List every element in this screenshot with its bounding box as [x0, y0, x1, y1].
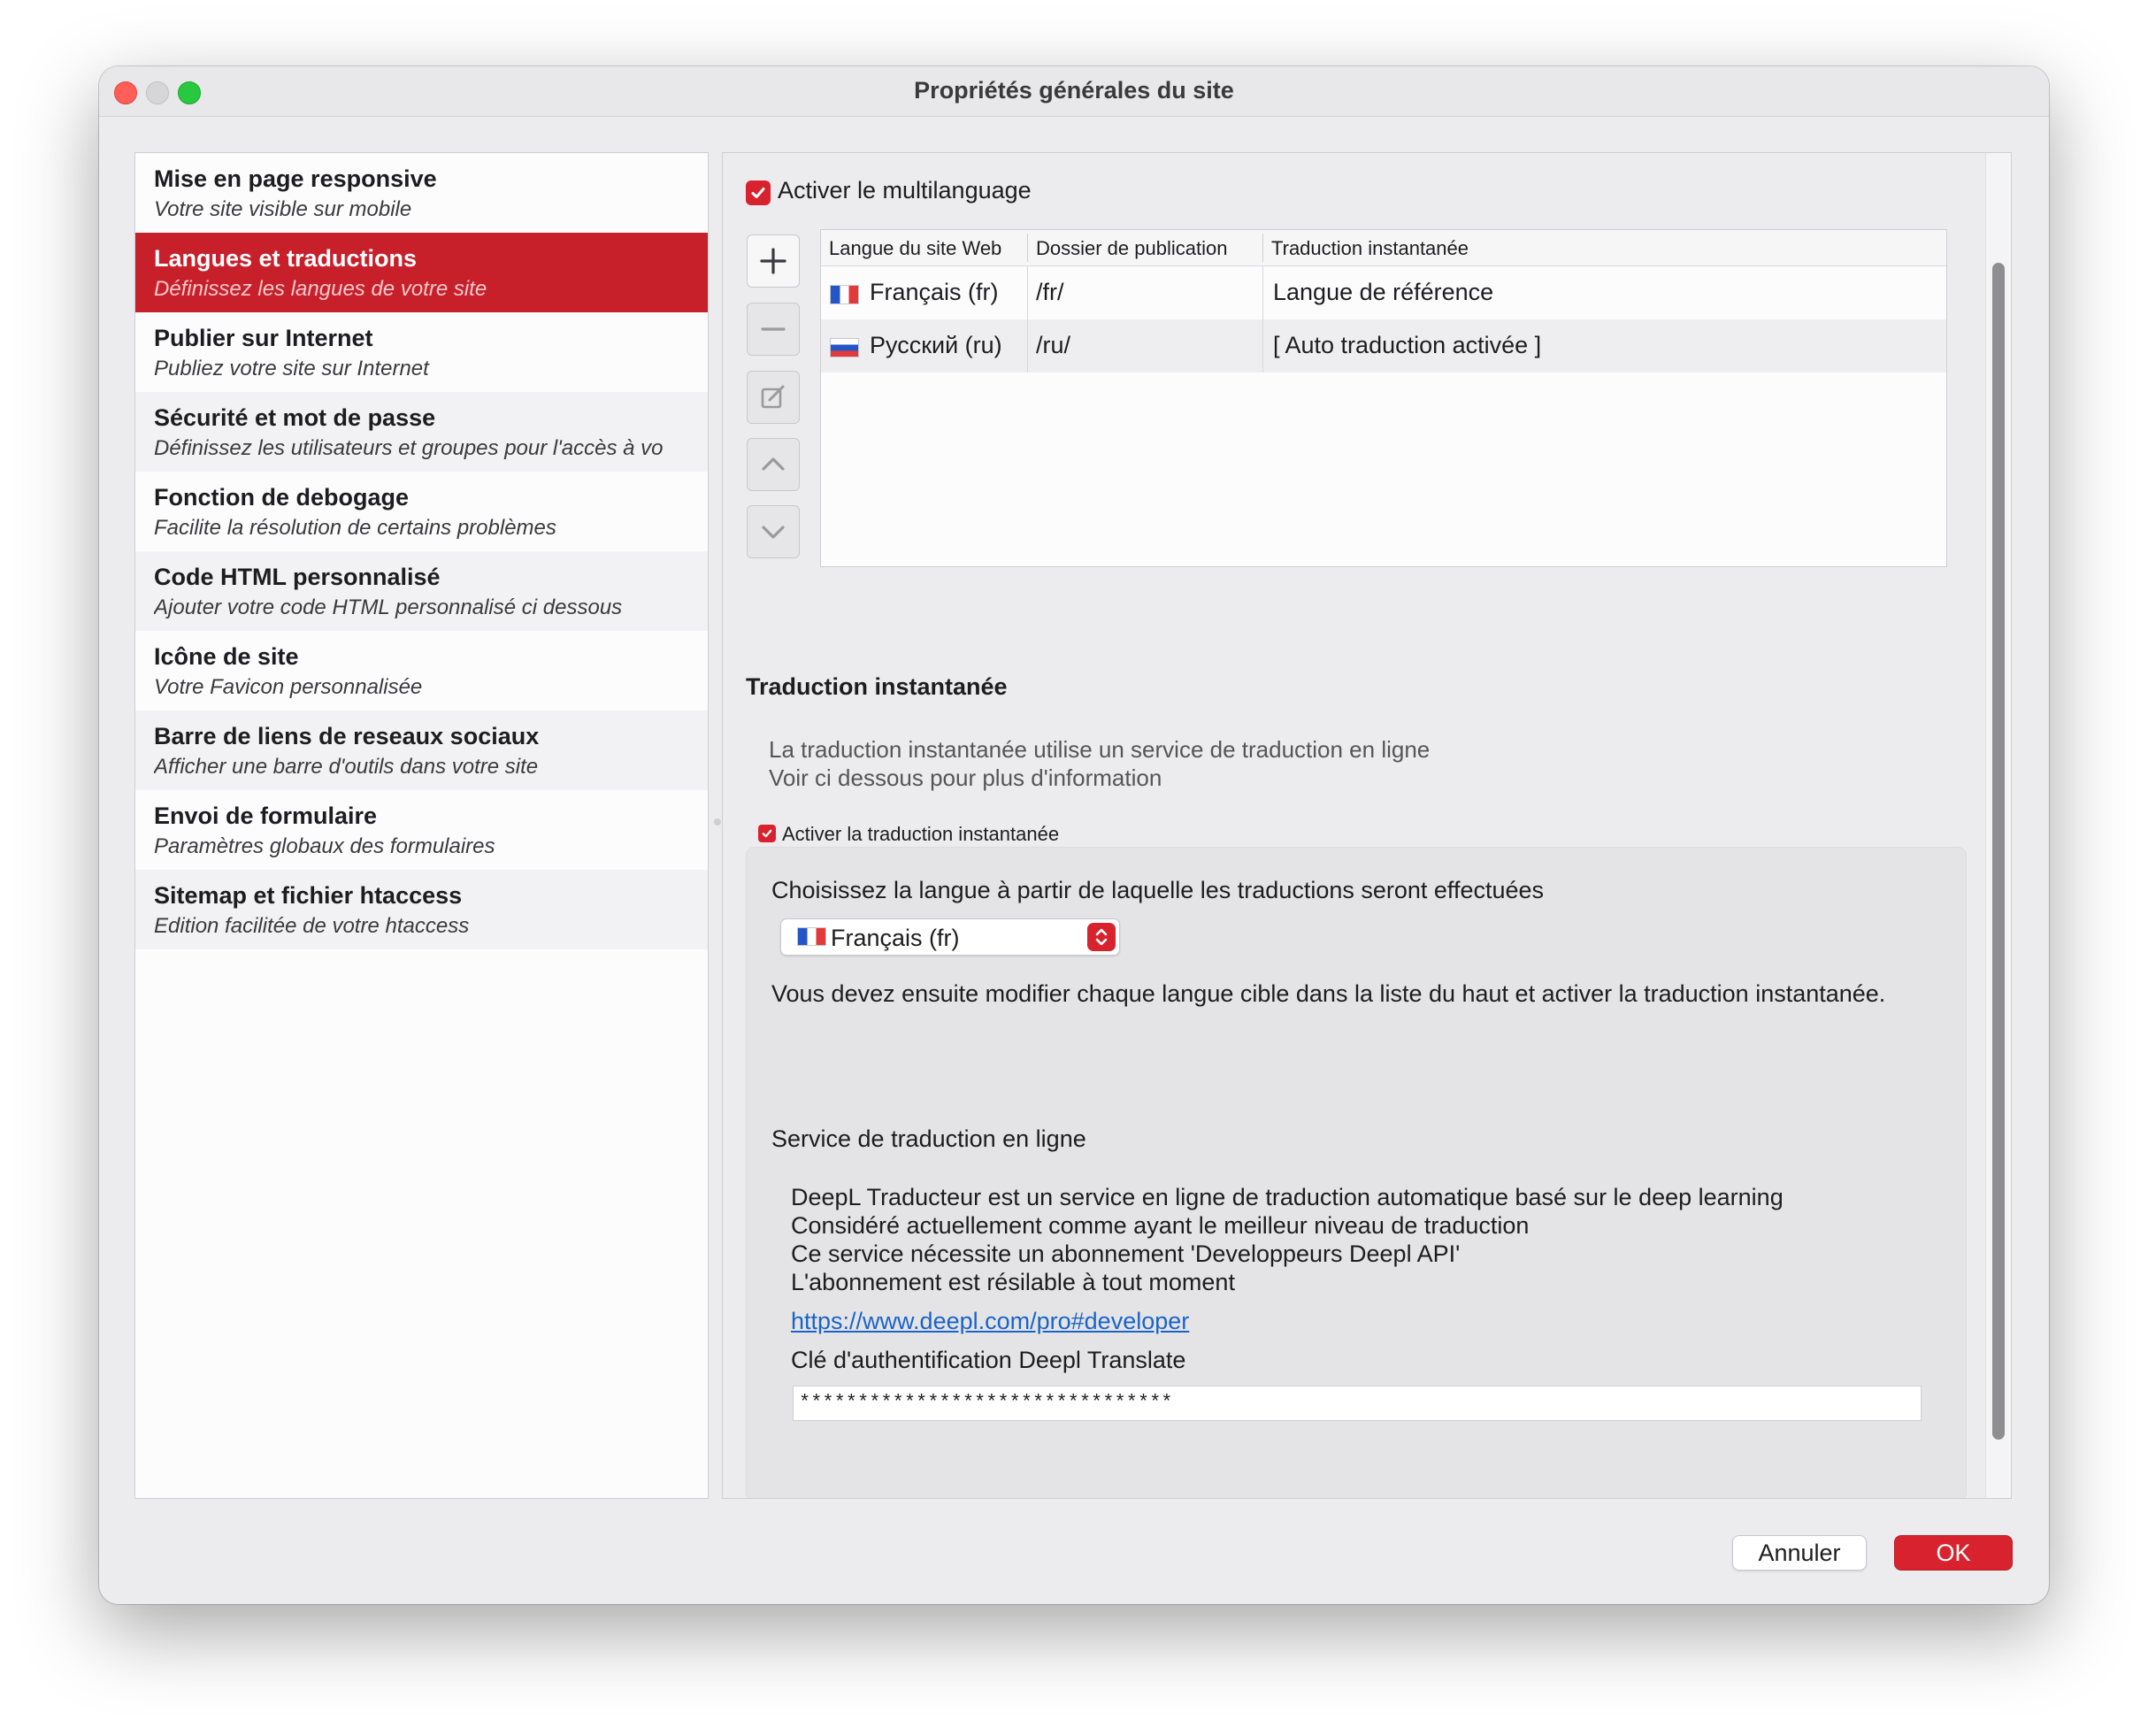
instant-translation-group: Choisissez la langue à partir de laquell…	[746, 847, 1967, 1498]
service-description-line: L'abonnement est résilable à tout moment	[791, 1269, 1235, 1295]
russia-flag-icon	[830, 338, 859, 357]
row-language: Русский (ru)	[870, 332, 1002, 358]
table-row[interactable]: Русский (ru) /ru/ [ Auto traduction acti…	[821, 319, 1946, 373]
row-language: Français (fr)	[870, 279, 999, 305]
settings-content: Activer le multilanguage Langue du site …	[722, 152, 2012, 1499]
sidebar-item-sitemap[interactable]: Sitemap et fichier htaccess Edition faci…	[135, 870, 708, 949]
sidebar-item-title: Sécurité et mot de passe	[154, 404, 436, 431]
add-language-button[interactable]	[747, 234, 800, 288]
plus-icon	[760, 248, 786, 274]
table-header: Langue du site Web Dossier de publicatio…	[821, 230, 1946, 266]
sidebar-item-title: Code HTML personnalisé	[154, 564, 441, 590]
sidebar-item-title: Fonction de debogage	[154, 484, 409, 511]
sidebar-item-security[interactable]: Sécurité et mot de passe Définissez les …	[135, 392, 708, 472]
sidebar-item-subtitle: Ajouter votre code HTML personnalisé ci …	[154, 595, 623, 619]
column-divider	[1027, 266, 1028, 373]
sidebar-item-custom-html[interactable]: Code HTML personnalisé Ajouter votre cod…	[135, 551, 708, 631]
checkmark-icon	[751, 188, 765, 198]
minus-icon	[761, 327, 786, 331]
service-description-line: Considéré actuellement comme ayant le me…	[791, 1212, 1530, 1239]
instant-translation-label: Activer la traduction instantanée	[782, 823, 1060, 845]
move-down-button[interactable]	[747, 505, 800, 558]
title-bar: Propriétés générales du site	[99, 66, 2049, 117]
target-language-note: Vous devez ensuite modifier chaque langu…	[771, 980, 1886, 1007]
france-flag-icon	[797, 927, 826, 946]
sidebar-item-title: Sitemap et fichier htaccess	[154, 882, 463, 909]
chevron-down-icon	[762, 526, 785, 539]
sidebar-item-subtitle: Edition facilitée de votre htaccess	[154, 914, 470, 938]
chevron-up-icon	[762, 457, 785, 471]
cancel-button[interactable]: Annuler	[1732, 1535, 1867, 1571]
multilang-checkbox[interactable]	[746, 181, 771, 205]
dialog-window: Propriétés générales du site Mise en pag…	[99, 66, 2049, 1604]
sidebar-item-subtitle: Définissez les utilisateurs et groupes p…	[154, 436, 664, 460]
column-header-language[interactable]: Langue du site Web	[829, 237, 1001, 260]
sidebar-item-title: Mise en page responsive	[154, 165, 437, 192]
france-flag-icon	[830, 285, 859, 304]
row-translation: [ Auto traduction activée ]	[1273, 332, 1542, 358]
sidebar-item-title: Envoi de formulaire	[154, 803, 378, 829]
multilang-label: Activer le multilanguage	[778, 177, 1032, 204]
sidebar-item-favicon[interactable]: Icône de site Votre Favicon personnalisé…	[135, 631, 708, 711]
row-folder: /ru/	[1036, 332, 1071, 358]
checkmark-icon	[762, 829, 772, 838]
sidebar-item-subtitle: Votre Favicon personnalisée	[154, 675, 423, 699]
service-title: Service de traduction en ligne	[771, 1125, 1086, 1152]
sidebar-item-subtitle: Votre site visible sur mobile	[154, 197, 412, 221]
sidebar-item-title: Barre de liens de reseaux sociaux	[154, 723, 540, 749]
sidebar-item-forms[interactable]: Envoi de formulaire Paramètres globaux d…	[135, 790, 708, 870]
column-divider	[1027, 234, 1028, 262]
row-folder: /fr/	[1036, 279, 1064, 305]
scrollbar[interactable]	[1985, 153, 2011, 1498]
table-row[interactable]: Français (fr) /fr/ Langue de référence	[821, 266, 1946, 319]
ok-button[interactable]: OK	[1894, 1535, 2013, 1571]
sidebar-item-social[interactable]: Barre de liens de reseaux sociaux Affich…	[135, 711, 708, 790]
sidebar-item-title: Icône de site	[154, 643, 299, 670]
column-divider	[1262, 266, 1263, 373]
settings-sidebar: Mise en page responsive Votre site visib…	[134, 152, 709, 1499]
section-title-instant-translation: Traduction instantanée	[746, 673, 1008, 700]
sidebar-item-title: Langues et traductions	[154, 245, 418, 272]
splitter-handle[interactable]	[714, 818, 721, 826]
move-up-button[interactable]	[747, 438, 800, 491]
api-key-label: Clé d'authentification Deepl Translate	[791, 1347, 1186, 1373]
sidebar-item-publish[interactable]: Publier sur Internet Publiez votre site …	[135, 312, 708, 392]
row-translation: Langue de référence	[1273, 279, 1494, 305]
service-description-line: Ce service nécessite un abonnement 'Deve…	[791, 1241, 1461, 1267]
sidebar-item-title: Publier sur Internet	[154, 325, 373, 351]
sidebar-item-subtitle: Afficher une barre d'outils dans votre s…	[154, 755, 539, 779]
sidebar-item-subtitle: Publiez votre site sur Internet	[154, 357, 429, 380]
sidebar-item-languages[interactable]: Langues et traductions Définissez les la…	[135, 233, 708, 312]
scrollbar-thumb[interactable]	[1992, 263, 2005, 1440]
edit-language-button[interactable]	[747, 371, 800, 424]
sidebar-item-subtitle: Définissez les langues de votre site	[154, 277, 487, 301]
instant-description-line: La traduction instantanée utilise un ser…	[769, 736, 1431, 763]
instant-translation-checkbox[interactable]	[758, 825, 776, 842]
window-title: Propriétés générales du site	[914, 77, 1234, 104]
api-key-field[interactable]: ********************************	[793, 1386, 1922, 1421]
sidebar-item-subtitle: Paramètres globaux des formulaires	[154, 834, 495, 858]
source-language-label: Choisissez la langue à partir de laquell…	[771, 877, 1545, 903]
instant-description-line: Voir ci dessous pour plus d'information	[769, 764, 1162, 791]
column-divider	[1262, 234, 1263, 262]
sidebar-item-subtitle: Facilite la résolution de certains probl…	[154, 516, 556, 540]
column-header-folder[interactable]: Dossier de publication	[1036, 237, 1227, 260]
column-header-translation[interactable]: Traduction instantanée	[1271, 237, 1469, 260]
sidebar-item-responsive[interactable]: Mise en page responsive Votre site visib…	[135, 153, 708, 233]
select-arrows-icon	[1087, 923, 1116, 951]
source-language-value: Français (fr)	[831, 925, 960, 951]
edit-icon	[761, 385, 785, 409]
service-description-line: DeepL Traducteur est un service en ligne…	[791, 1184, 1784, 1210]
languages-table: Langue du site Web Dossier de publicatio…	[820, 229, 1947, 567]
source-language-select[interactable]: Français (fr)	[780, 918, 1120, 956]
sidebar-item-debug[interactable]: Fonction de debogage Facilite la résolut…	[135, 472, 708, 551]
remove-language-button[interactable]	[747, 303, 800, 356]
deepl-developer-link[interactable]: https://www.deepl.com/pro#developer	[791, 1308, 1189, 1335]
